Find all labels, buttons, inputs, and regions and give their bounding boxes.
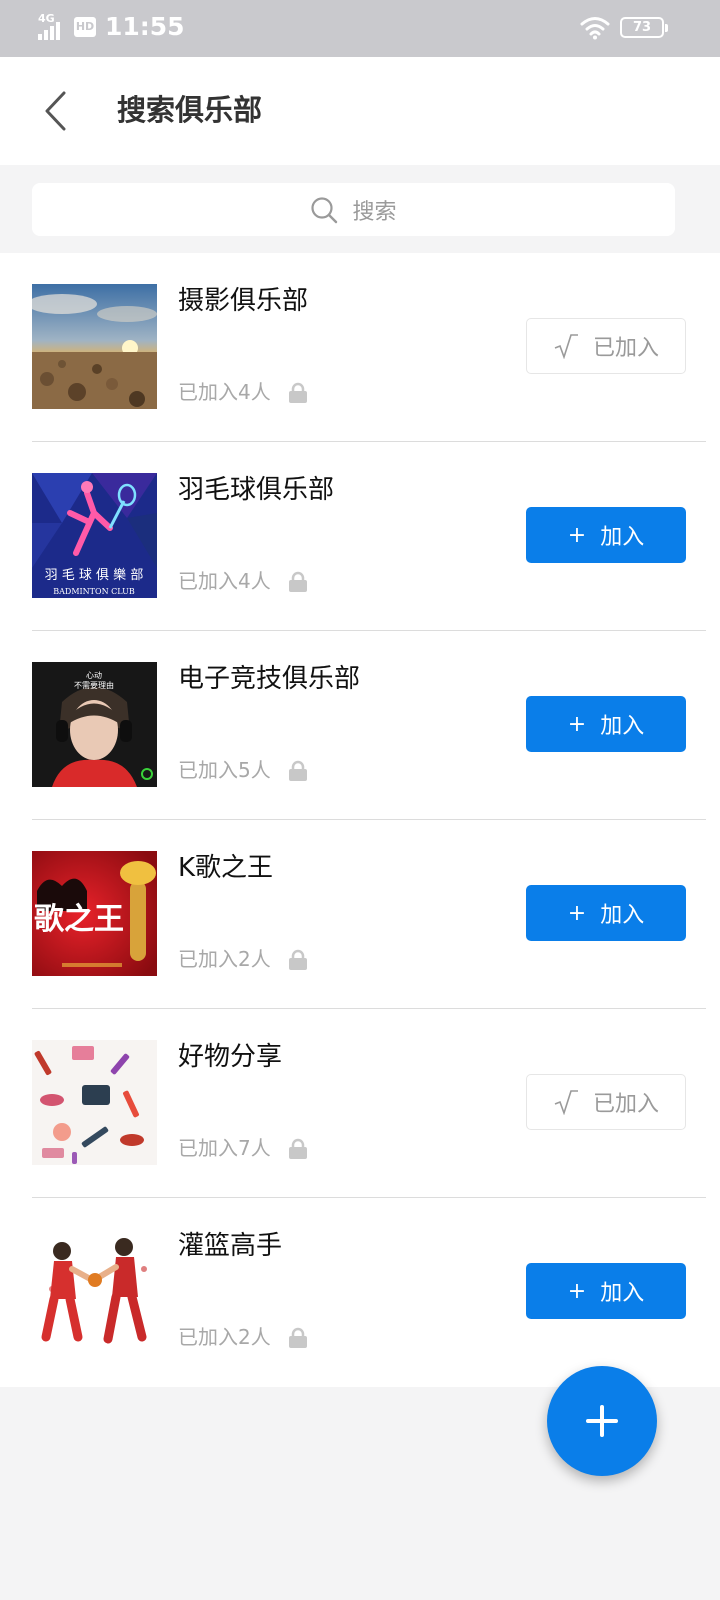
create-club-fab[interactable]	[547, 1366, 657, 1476]
club-thumbnail: 歌之王	[32, 851, 157, 976]
list-item[interactable]: 歌之王 K歌之王 已加入2人 + 加入	[0, 820, 720, 1009]
wifi-icon	[580, 16, 610, 44]
network-type-label: 4G	[38, 12, 55, 25]
club-name: 摄影俱乐部	[178, 286, 309, 316]
club-name: K歌之王	[178, 853, 274, 883]
club-name: 羽毛球俱乐部	[178, 475, 335, 505]
search-input[interactable]: 搜索	[32, 183, 675, 236]
button-label: 加入	[600, 525, 645, 550]
list-item[interactable]: 羽 毛 球 俱 樂 部 BADMINTON CLUB 羽毛球俱乐部 已加入4人 …	[0, 442, 720, 631]
back-button[interactable]	[30, 81, 80, 141]
plus-icon: +	[567, 711, 587, 737]
lock-icon	[289, 382, 307, 403]
plus-icon: +	[567, 522, 587, 548]
join-button[interactable]: + 加入	[526, 885, 686, 941]
plus-icon: +	[567, 900, 587, 926]
button-label: 已加入	[592, 1092, 659, 1117]
cellular-signal-icon: 4G	[38, 12, 64, 40]
page-title: 搜索俱乐部	[117, 93, 263, 127]
thumb-subtext: BADMINTON CLUB	[53, 587, 135, 596]
header-bar: 搜索俱乐部	[0, 57, 720, 165]
member-count: 已加入7人	[178, 1136, 271, 1160]
club-list: 摄影俱乐部 已加入4人 已加入 羽 毛 球 俱 樂 部 BADMINTON CL…	[0, 253, 720, 1387]
club-thumbnail	[32, 284, 157, 409]
button-label: 加入	[600, 714, 645, 739]
status-bar: 4G HD 11:55 73	[0, 0, 720, 57]
club-name: 电子竞技俱乐部	[178, 664, 361, 694]
list-item[interactable]: 灌篮高手 已加入2人 + 加入	[0, 1198, 720, 1387]
plus-icon: +	[567, 1278, 587, 1304]
lock-icon	[289, 1138, 307, 1159]
status-time: 11:55	[105, 12, 185, 41]
search-section: 搜索	[0, 165, 720, 253]
lock-icon	[289, 571, 307, 592]
member-count: 已加入5人	[178, 758, 271, 782]
button-label: 已加入	[592, 336, 659, 361]
join-button[interactable]: + 加入	[526, 696, 686, 752]
join-button[interactable]: + 加入	[526, 507, 686, 563]
check-icon	[554, 1090, 578, 1115]
member-count: 已加入2人	[178, 947, 271, 971]
list-item[interactable]: 好物分享 已加入7人 已加入	[0, 1009, 720, 1198]
join-button[interactable]: + 加入	[526, 1263, 686, 1319]
thumb-text: 羽 毛 球 俱 樂 部	[45, 567, 144, 583]
button-label: 加入	[600, 903, 645, 928]
chevron-left-icon	[45, 91, 66, 131]
member-count: 已加入4人	[178, 569, 271, 593]
member-count: 已加入2人	[178, 1325, 271, 1349]
button-label: 加入	[600, 1281, 645, 1306]
hd-badge-icon: HD	[74, 17, 96, 37]
club-thumbnail	[32, 1229, 157, 1354]
club-name: 好物分享	[178, 1042, 283, 1072]
plus-icon	[586, 1405, 618, 1437]
joined-button[interactable]: 已加入	[526, 1074, 686, 1130]
club-thumbnail: 羽 毛 球 俱 樂 部 BADMINTON CLUB	[32, 473, 157, 598]
club-name: 灌篮高手	[178, 1231, 283, 1261]
search-icon	[310, 196, 338, 224]
thumb-text: 歌之王	[34, 902, 124, 937]
lock-icon	[289, 1327, 307, 1348]
list-item[interactable]: 摄影俱乐部 已加入4人 已加入	[0, 253, 720, 442]
lock-icon	[289, 760, 307, 781]
check-icon	[554, 334, 578, 359]
club-thumbnail: 心动不需要理由	[32, 662, 157, 787]
battery-icon: 73	[620, 17, 668, 38]
club-thumbnail	[32, 1040, 157, 1165]
member-count: 已加入4人	[178, 380, 271, 404]
search-placeholder: 搜索	[352, 199, 397, 225]
list-item[interactable]: 心动不需要理由 电子竞技俱乐部 已加入5人 + 加入	[0, 631, 720, 820]
joined-button[interactable]: 已加入	[526, 318, 686, 374]
lock-icon	[289, 949, 307, 970]
